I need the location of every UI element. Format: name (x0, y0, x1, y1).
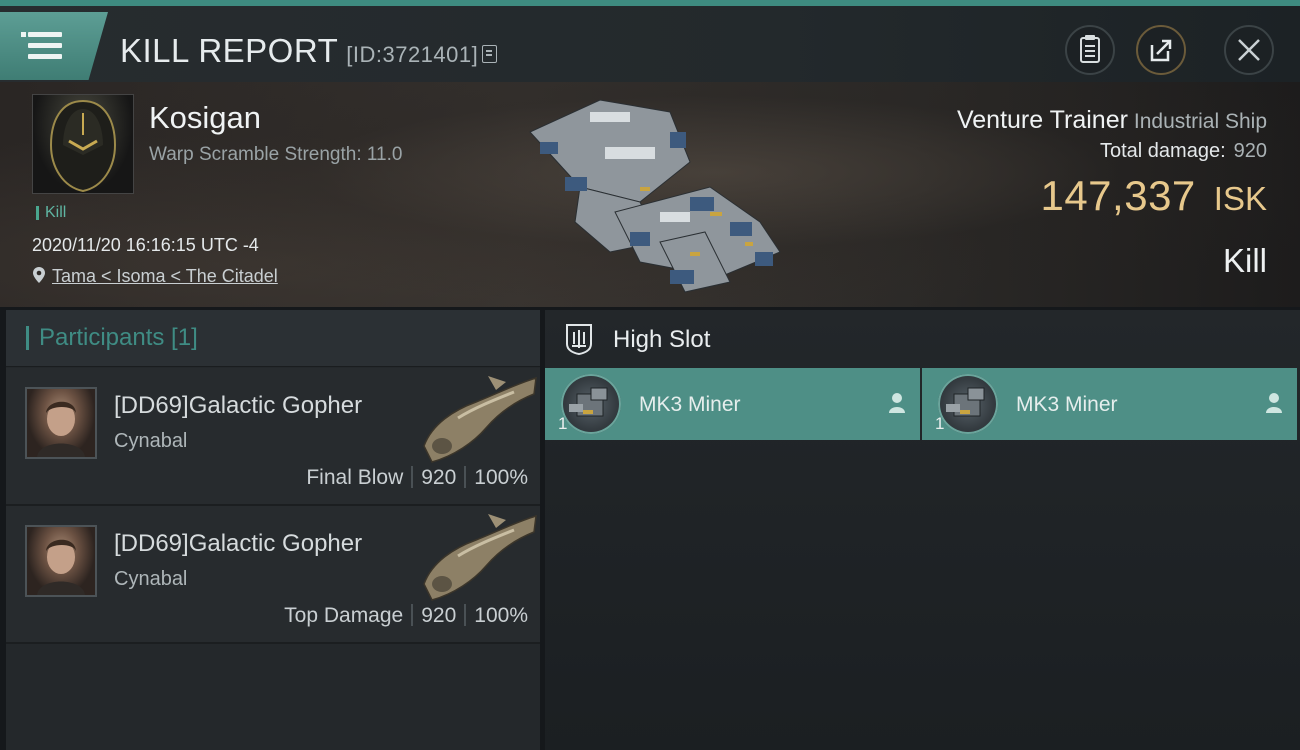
total-damage-value: 920 (1233, 140, 1267, 162)
participant-avatar (25, 387, 97, 459)
victim-name: Kosigan (149, 100, 262, 135)
menu-icon-bar (28, 54, 62, 59)
participant-ship: Cynabal (114, 430, 188, 452)
helmet-icon (49, 99, 117, 193)
participant-damage: 920 (421, 604, 457, 627)
kill-summary-panel: Kosigan Warp Scramble Strength: 11.0 Kil… (0, 82, 1300, 307)
participant-row[interactable]: [DD69]Galactic Gopher Cynabal Final Blow… (6, 368, 540, 506)
participant-avatar (25, 525, 97, 597)
stats-divider (411, 466, 414, 488)
stats-divider (464, 604, 467, 626)
participant-role: Final Blow (306, 466, 404, 489)
miner-icon (938, 374, 998, 434)
module-quantity: 1 (935, 414, 945, 433)
pilot-portrait-icon (37, 539, 85, 595)
clipboard-button[interactable] (1065, 25, 1115, 75)
warp-scramble-strength: Warp Scramble Strength: 11.0 (149, 144, 403, 165)
participant-role: Top Damage (284, 604, 404, 627)
location-text: Tama < Isoma < The Citadel (52, 266, 278, 286)
module-slot[interactable]: 1 MK3 Miner (922, 368, 1297, 440)
participant-stats: Final Blow 920 100% (306, 466, 528, 490)
ship-info: Venture Trainer Industrial Ship (957, 106, 1267, 135)
miner-icon-graphic (946, 387, 985, 417)
participants-panel: Participants [1] [DD69]Galactic Gopher C… (6, 310, 540, 750)
participant-ship: Cynabal (114, 568, 188, 590)
menu-button[interactable] (0, 12, 108, 80)
participant-name: [DD69]Galactic Gopher (114, 392, 363, 419)
victim-avatar[interactable] (32, 94, 134, 194)
title-text: KILL REPORT (120, 32, 339, 69)
person-icon (889, 393, 905, 413)
ship-class: Industrial Ship (1133, 110, 1267, 133)
participants-label: Participants [1] (26, 326, 198, 350)
close-button[interactable] (1224, 25, 1274, 75)
module-name: MK3 Miner (1016, 393, 1118, 416)
location-pin-icon (33, 267, 45, 283)
total-damage-label: Total damage: (1099, 140, 1226, 162)
share-button[interactable] (1136, 25, 1186, 75)
copy-icon[interactable] (482, 45, 498, 63)
participant-row[interactable]: [DD69]Galactic Gopher Cynabal Top Damage… (6, 506, 540, 644)
close-icon (1238, 39, 1260, 61)
miner-icon-graphic (569, 387, 608, 417)
clipboard-icon (1080, 35, 1100, 63)
high-slot-icon (566, 324, 592, 356)
participant-damage: 920 (421, 466, 457, 489)
participant-percent: 100% (474, 604, 528, 627)
header-bar: KILL REPORT [ID:3721401] (0, 6, 1300, 82)
report-result: Kill (1222, 242, 1267, 279)
stats-divider (411, 604, 414, 626)
kill-tag: Kill (36, 205, 66, 221)
slot-title: High Slot (613, 326, 711, 353)
ship-name: Venture Trainer (956, 106, 1128, 134)
high-slot-header: High Slot (545, 310, 1300, 368)
person-icon (1266, 393, 1282, 413)
report-id: [ID:3721401] (346, 42, 479, 67)
cynabal-ship-image (423, 376, 537, 463)
menu-icon-bar (28, 43, 62, 48)
miner-icon (561, 374, 621, 434)
share-icon (1150, 39, 1172, 62)
total-damage: Total damage: 920 (1100, 140, 1267, 163)
participant-name: [DD69]Galactic Gopher (114, 530, 363, 557)
fitting-panel: High Slot 1 MK3 Miner 1 MK3 Miner (545, 310, 1300, 750)
module-name: MK3 Miner (639, 393, 741, 416)
isk-value: 147,337 (1040, 172, 1196, 219)
ship-image (529, 99, 781, 293)
isk-value-row: 147,337 ISK (1040, 172, 1267, 220)
kill-datetime: 2020/11/20 16:16:15 UTC -4 (32, 235, 259, 255)
menu-icon (21, 32, 62, 37)
pilot-portrait-icon (37, 401, 85, 457)
participant-percent: 100% (474, 466, 528, 489)
cynabal-ship-image (423, 514, 537, 601)
participant-stats: Top Damage 920 100% (284, 604, 528, 628)
isk-unit: ISK (1213, 180, 1267, 217)
module-slot[interactable]: 1 MK3 Miner (545, 368, 920, 440)
module-quantity: 1 (558, 414, 568, 433)
participants-header: Participants [1] (6, 310, 540, 367)
stats-divider (464, 466, 467, 488)
page-title: KILL REPORT [ID:3721401] (120, 32, 498, 70)
location-link[interactable]: Tama < Isoma < The Citadel (32, 266, 278, 287)
